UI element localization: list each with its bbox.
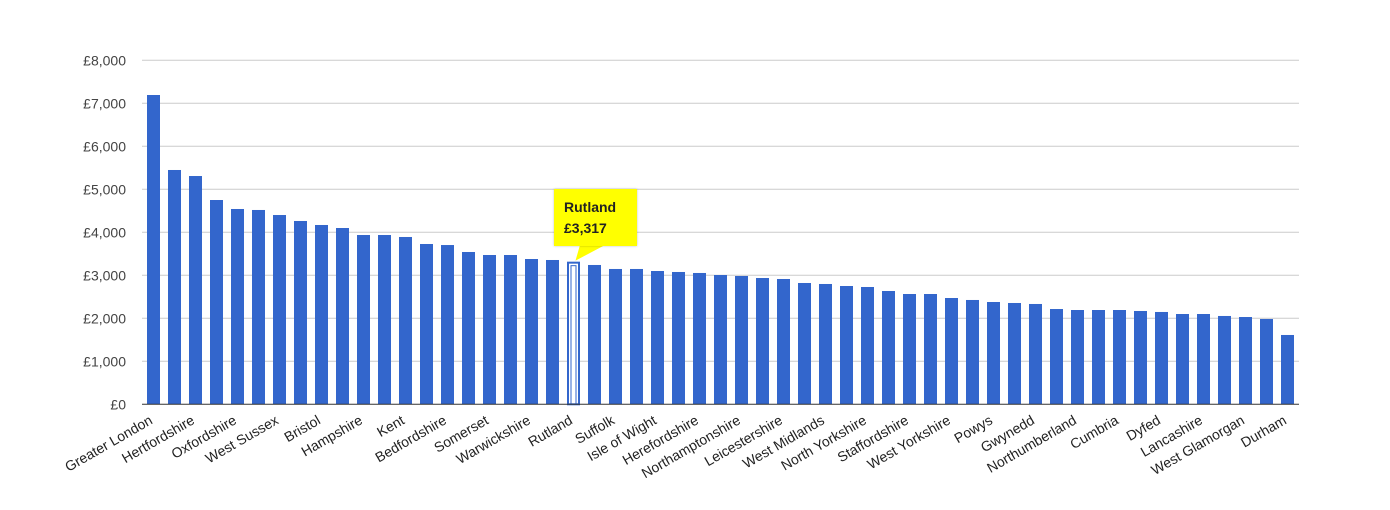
bar[interactable] [651,271,664,405]
x-tick-label: Durham [1238,412,1289,451]
chart-canvas: £0 £1,000 £2,000 £3,000 £4,000 £5,000 £6,000 £7… [62,52,1299,481]
bar[interactable] [1134,310,1147,405]
bar[interactable] [756,278,769,405]
y-tick-label: £4,000 [83,224,126,240]
bar[interactable] [777,278,790,405]
y-tick-label: £7,000 [83,95,126,111]
bars [147,95,1294,406]
bar[interactable] [336,228,349,405]
bar[interactable] [1008,302,1021,405]
bar[interactable] [210,200,223,405]
bar[interactable] [504,255,517,405]
bar[interactable] [903,294,916,405]
y-tick-label: £0 [110,396,126,412]
bar[interactable] [714,274,727,405]
bar[interactable] [861,286,874,405]
bar[interactable] [483,255,496,405]
bar[interactable] [252,209,265,405]
y-tick-label: £3,000 [83,267,126,283]
bar[interactable] [441,245,454,405]
bar[interactable] [735,275,748,405]
bar[interactable] [1176,314,1189,405]
bar[interactable] [378,235,391,405]
tooltip-value: £3,317 [564,220,607,236]
bar[interactable] [1218,315,1231,405]
bar[interactable] [1092,310,1105,405]
bar[interactable] [273,215,286,405]
bar[interactable] [840,286,853,405]
bar[interactable] [945,298,958,405]
bar[interactable] [1071,310,1084,405]
bar[interactable] [882,290,895,405]
bar[interactable] [357,235,370,405]
bar[interactable] [294,220,307,405]
bar[interactable] [1029,303,1042,405]
bar[interactable] [609,268,622,405]
x-axis-labels: Greater LondonHertfordshireOxfordshireWe… [62,411,1289,481]
bar[interactable] [147,95,160,405]
y-axis-ticks: £0 £1,000 £2,000 £3,000 £4,000 £5,000 £6,000 £7… [83,52,126,412]
bar[interactable] [546,259,559,405]
y-tick-label: £6,000 [83,138,126,154]
bar[interactable] [924,294,937,405]
y-tick-label: £2,000 [83,310,126,326]
bar[interactable] [630,268,643,405]
y-tick-label: £1,000 [83,353,126,369]
tooltip: Rutland £3,317 [554,189,637,246]
bar[interactable] [231,208,244,405]
bar[interactable] [399,236,412,405]
bar[interactable] [1239,317,1252,405]
bar[interactable] [1050,309,1063,405]
bar[interactable] [987,302,1000,405]
bar[interactable] [588,264,601,405]
bar[interactable] [1281,334,1294,405]
tooltip-pointer [575,245,605,261]
x-tick-label: Cumbria [1067,412,1121,452]
bar[interactable] [1155,311,1168,405]
bar[interactable] [525,259,538,405]
bar-highlighted[interactable] [567,261,580,406]
y-tick-label: £5,000 [83,181,126,197]
bar[interactable] [168,169,181,405]
bar[interactable] [189,176,202,405]
bar[interactable] [315,224,328,405]
bar[interactable] [1260,318,1273,405]
bar[interactable] [1113,310,1126,405]
bar[interactable] [966,299,979,405]
bar[interactable] [462,251,475,405]
y-tick-label: £8,000 [83,52,126,68]
bar[interactable] [420,243,433,405]
bar-chart: £0 £1,000 £2,000 £3,000 £4,000 £5,000 £6,000 £7… [0,0,1390,510]
bar[interactable] [672,271,685,405]
bar[interactable] [693,272,706,405]
bar[interactable] [819,283,832,405]
x-tick-label: Rutland [525,412,575,450]
bar[interactable] [798,282,811,405]
bar[interactable] [1197,314,1210,405]
tooltip-title: Rutland [564,199,617,215]
